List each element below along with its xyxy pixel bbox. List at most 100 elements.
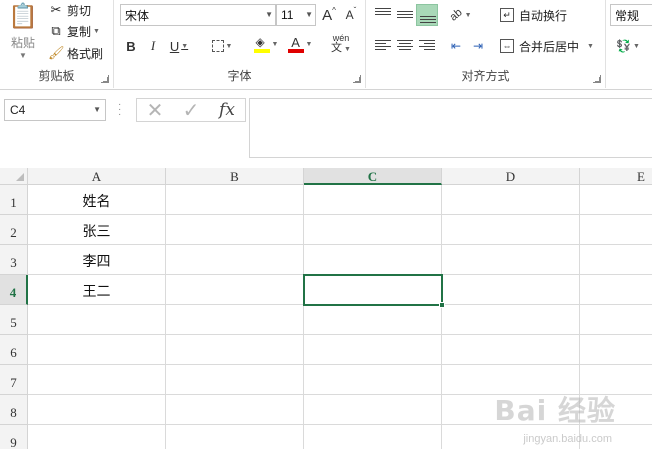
cell-d5[interactable] bbox=[442, 305, 580, 335]
cell-b7[interactable] bbox=[166, 365, 304, 395]
merge-center-button[interactable]: ⇔ 合并后居中 ▼ bbox=[500, 36, 594, 56]
cell-c5[interactable] bbox=[304, 305, 442, 335]
cell-b4[interactable] bbox=[166, 275, 304, 305]
orientation-button[interactable]: ab ▼ bbox=[446, 4, 476, 26]
cell-d3[interactable] bbox=[442, 245, 580, 275]
cell-a4[interactable]: 王二 bbox=[28, 275, 166, 305]
cell-b2[interactable] bbox=[166, 215, 304, 245]
cell-c1[interactable] bbox=[304, 185, 442, 215]
cell-a7[interactable] bbox=[28, 365, 166, 395]
cell-a3[interactable]: 李四 bbox=[28, 245, 166, 275]
font-size-select[interactable]: 11 ▼ bbox=[276, 4, 316, 26]
row-header-1[interactable]: 1 bbox=[0, 185, 28, 215]
column-header-a[interactable]: A bbox=[28, 168, 166, 185]
column-header-d[interactable]: D bbox=[442, 168, 580, 185]
copy-icon: ⧉ bbox=[51, 23, 61, 38]
decrease-indent-button[interactable]: ⇤ bbox=[446, 35, 466, 57]
select-all-button[interactable] bbox=[0, 168, 28, 185]
cell-e6[interactable] bbox=[580, 335, 652, 365]
cell-e1[interactable] bbox=[580, 185, 652, 215]
italic-button[interactable]: I bbox=[144, 35, 162, 57]
increase-indent-button[interactable]: ⇥ bbox=[468, 35, 488, 57]
cell-d2[interactable] bbox=[442, 215, 580, 245]
cell-a1[interactable]: 姓名 bbox=[28, 185, 166, 215]
row-header-7[interactable]: 7 bbox=[0, 365, 28, 395]
row-header-8[interactable]: 8 bbox=[0, 395, 28, 425]
cell-a5[interactable] bbox=[28, 305, 166, 335]
cell-b8[interactable] bbox=[166, 395, 304, 425]
align-bottom-icon[interactable] bbox=[416, 4, 438, 26]
cell-d1[interactable] bbox=[442, 185, 580, 215]
align-left-icon[interactable] bbox=[374, 38, 392, 54]
dialog-launcher-icon[interactable] bbox=[101, 75, 109, 83]
wrap-text-button[interactable]: ↵ 自动换行 bbox=[500, 5, 567, 25]
cell-d6[interactable] bbox=[442, 335, 580, 365]
cut-button[interactable]: ✂ 剪切 bbox=[48, 0, 91, 20]
chevron-down-icon[interactable]: ▼ bbox=[93, 100, 101, 120]
alignment-group-label: 对齐方式 bbox=[461, 69, 510, 83]
borders-icon bbox=[211, 40, 224, 52]
insert-function-icon[interactable]: fx bbox=[209, 100, 245, 120]
formula-bar-splitter[interactable]: · · · bbox=[118, 100, 121, 120]
fill-handle[interactable] bbox=[439, 302, 445, 308]
column-header-b[interactable]: B bbox=[166, 168, 304, 185]
cell-c9[interactable] bbox=[304, 425, 442, 449]
borders-button[interactable]: ▼ bbox=[206, 35, 238, 57]
chevron-down-icon[interactable]: ▼ bbox=[93, 28, 100, 35]
column-header-c[interactable]: C bbox=[304, 168, 442, 185]
font-name-select[interactable]: 宋体 ▼ bbox=[120, 4, 276, 26]
align-center-icon[interactable] bbox=[396, 38, 414, 54]
column-header-e[interactable]: E bbox=[580, 168, 652, 185]
paste-button[interactable]: 📋 粘贴 ▼ bbox=[4, 2, 42, 62]
font-color-button[interactable]: A ▼ bbox=[284, 33, 316, 55]
underline-button[interactable]: U ▼ bbox=[166, 35, 192, 57]
number-format-select[interactable]: 常规 bbox=[610, 4, 652, 26]
copy-button[interactable]: ⧉ 复制 ▼ bbox=[48, 21, 100, 41]
row-header-6[interactable]: 6 bbox=[0, 335, 28, 365]
row-header-9[interactable]: 9 bbox=[0, 425, 28, 449]
increase-font-size-button[interactable]: A ^ bbox=[320, 4, 338, 26]
cell-b5[interactable] bbox=[166, 305, 304, 335]
cell-b6[interactable] bbox=[166, 335, 304, 365]
cell-a6[interactable] bbox=[28, 335, 166, 365]
cell-c2[interactable] bbox=[304, 215, 442, 245]
align-top-icon[interactable] bbox=[374, 6, 392, 22]
formula-input[interactable] bbox=[249, 98, 652, 158]
dialog-launcher-icon[interactable] bbox=[593, 75, 601, 83]
cell-c7[interactable] bbox=[304, 365, 442, 395]
cell-e5[interactable] bbox=[580, 305, 652, 335]
row-header-4[interactable]: 4 bbox=[0, 275, 28, 305]
cell-c6[interactable] bbox=[304, 335, 442, 365]
row-header-3[interactable]: 3 bbox=[0, 245, 28, 275]
phonetic-button[interactable]: wén 文 ▼ bbox=[326, 33, 356, 55]
align-right-icon[interactable] bbox=[418, 38, 436, 54]
align-middle-icon[interactable] bbox=[396, 6, 414, 22]
bold-button[interactable]: B bbox=[122, 35, 140, 57]
row-header-2[interactable]: 2 bbox=[0, 215, 28, 245]
cell-d4[interactable] bbox=[442, 275, 580, 305]
cell-e2[interactable] bbox=[580, 215, 652, 245]
name-box[interactable]: C4 ▼ bbox=[4, 99, 106, 121]
cell-b9[interactable] bbox=[166, 425, 304, 449]
cell-a8[interactable] bbox=[28, 395, 166, 425]
accounting-format-button[interactable]: 💱 ▼ bbox=[610, 35, 646, 57]
row-header-5[interactable]: 5 bbox=[0, 305, 28, 335]
dialog-launcher-icon[interactable] bbox=[353, 75, 361, 83]
active-cell-selection[interactable] bbox=[303, 274, 445, 308]
chevron-down-icon: ▼ bbox=[305, 10, 313, 19]
cell-c3[interactable] bbox=[304, 245, 442, 275]
cell-b1[interactable] bbox=[166, 185, 304, 215]
cell-a9[interactable] bbox=[28, 425, 166, 449]
cell-a2[interactable]: 张三 bbox=[28, 215, 166, 245]
cell-e4[interactable] bbox=[580, 275, 652, 305]
decrease-font-size-button[interactable]: Aˇ bbox=[342, 4, 360, 26]
cell-e3[interactable] bbox=[580, 245, 652, 275]
cancel-icon[interactable]: ✕ bbox=[137, 98, 173, 123]
paintbrush-icon: 🖌 bbox=[48, 45, 65, 60]
cell-c8[interactable] bbox=[304, 395, 442, 425]
enter-icon[interactable]: ✓ bbox=[173, 98, 209, 123]
fill-color-button[interactable]: ◈ ▼ bbox=[250, 33, 282, 55]
chevron-down-icon: ▼ bbox=[464, 11, 472, 19]
cell-b3[interactable] bbox=[166, 245, 304, 275]
format-painter-button[interactable]: 🖌 格式刷 bbox=[48, 43, 103, 63]
